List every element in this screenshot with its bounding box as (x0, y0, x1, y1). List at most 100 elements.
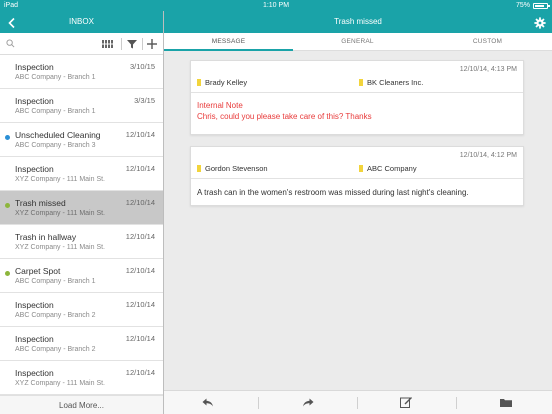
item-title: Inspection (15, 96, 54, 106)
add-button[interactable] (145, 37, 159, 51)
gear-icon (534, 17, 546, 29)
inbox-list: Inspection ABC Company - Branch 1 3/10/1… (0, 55, 163, 395)
tab-general[interactable]: GENERAL (293, 33, 422, 51)
search-input[interactable] (18, 37, 96, 51)
compose-button[interactable] (399, 396, 413, 409)
reply-icon (202, 398, 213, 407)
toolbar-divider (357, 397, 358, 409)
card-divider (191, 178, 523, 179)
item-title: Inspection (15, 62, 54, 72)
item-title: Carpet Spot (15, 266, 61, 276)
list-item[interactable]: Unscheduled Cleaning ABC Company - Branc… (0, 123, 163, 157)
grid-icon (102, 40, 113, 48)
filter-icon (127, 40, 137, 49)
item-date: 12/10/14 (125, 130, 155, 139)
company-tag-icon (359, 79, 363, 86)
item-title: Inspection (15, 300, 54, 310)
inbox-navbar: INBOX (0, 11, 163, 33)
person-tag-icon (197, 165, 201, 172)
item-title: Inspection (15, 368, 54, 378)
status-bar: iPad 1:10 PM 75% (0, 0, 552, 11)
card-divider (191, 92, 523, 93)
item-subtitle: ABC Company - Branch 2 (15, 346, 96, 353)
inbox-title: INBOX (69, 17, 94, 26)
item-date: 3/3/15 (134, 96, 155, 105)
toolbar-divider (456, 397, 457, 409)
folder-icon (500, 399, 512, 407)
item-title: Unscheduled Cleaning (15, 130, 101, 140)
item-subtitle: ABC Company - Branch 2 (15, 312, 96, 319)
message-thread: 12/10/14, 4:13 PM Brady Kelley BK Cleane… (164, 51, 552, 390)
item-date: 12/10/14 (125, 300, 155, 309)
bottom-toolbar (164, 390, 552, 414)
message-text: Chris, could you please take care of thi… (197, 112, 372, 121)
inbox-panel: Inspection ABC Company - Branch 1 3/10/1… (0, 33, 163, 414)
item-date: 12/10/14 (125, 266, 155, 275)
internal-note-label: Internal Note (197, 101, 243, 110)
message-date: 12/10/14, 4:13 PM (459, 66, 517, 73)
item-title: Inspection (15, 164, 54, 174)
filter-button[interactable] (125, 37, 139, 51)
detail-navbar: Trash missed (164, 11, 552, 33)
forward-icon (303, 398, 314, 407)
item-subtitle: XYZ Company - 111 Main St. (15, 210, 105, 217)
detail-title: Trash missed (334, 17, 382, 26)
status-dot (5, 203, 10, 208)
reply-button[interactable] (201, 396, 215, 409)
item-subtitle: ABC Company - Branch 1 (15, 108, 96, 115)
search-bar (0, 33, 163, 55)
list-item[interactable]: Inspection XYZ Company - 111 Main St. 12… (0, 361, 163, 395)
toolbar-divider (142, 38, 143, 50)
item-subtitle: ABC Company - Branch 1 (15, 74, 96, 81)
folder-button[interactable] (499, 396, 513, 409)
item-date: 12/10/14 (125, 368, 155, 377)
recipient-name: BK Cleaners Inc. (367, 78, 424, 87)
battery-percent: 75% (515, 2, 530, 9)
list-item[interactable]: Inspection ABC Company - Branch 1 3/3/15 (0, 89, 163, 123)
load-more-button[interactable]: Load More... (0, 395, 163, 414)
list-item-selected[interactable]: Trash missed XYZ Company - 111 Main St. … (0, 191, 163, 225)
sender-name: Gordon Stevenson (205, 164, 268, 173)
unread-dot (5, 135, 10, 140)
toolbar-divider (258, 397, 259, 409)
list-item[interactable]: Inspection ABC Company - Branch 2 12/10/… (0, 327, 163, 361)
list-item[interactable]: Inspection XYZ Company - 111 Main St. 12… (0, 157, 163, 191)
plus-icon (147, 39, 157, 49)
item-date: 12/10/14 (125, 232, 155, 241)
message-card: 12/10/14, 4:13 PM Brady Kelley BK Cleane… (190, 60, 524, 135)
message-body: Internal Note Chris, could you please ta… (197, 100, 372, 122)
tab-custom[interactable]: CUSTOM (423, 33, 552, 51)
list-item[interactable]: Inspection ABC Company - Branch 2 12/10/… (0, 293, 163, 327)
grid-view-button[interactable] (101, 37, 115, 51)
message-sender: Brady Kelley (197, 78, 247, 87)
item-subtitle: XYZ Company - 111 Main St. (15, 380, 105, 387)
forward-button[interactable] (301, 396, 315, 409)
detail-tabs: MESSAGE GENERAL CUSTOM (164, 33, 552, 51)
item-title: Trash in hallway (15, 232, 77, 242)
item-date: 12/10/14 (125, 334, 155, 343)
company-tag-icon (359, 165, 363, 172)
battery-icon (533, 3, 550, 9)
item-subtitle: XYZ Company - 111 Main St. (15, 176, 105, 183)
item-date: 12/10/14 (125, 198, 155, 207)
list-item[interactable]: Carpet Spot ABC Company - Branch 1 12/10… (0, 259, 163, 293)
message-recipient: BK Cleaners Inc. (359, 78, 423, 87)
list-item[interactable]: Inspection ABC Company - Branch 1 3/10/1… (0, 55, 163, 89)
tab-message[interactable]: MESSAGE (164, 33, 293, 51)
search-icon (6, 39, 15, 48)
message-text: A trash can in the women's restroom was … (197, 188, 469, 197)
message-date: 12/10/14, 4:12 PM (459, 152, 517, 159)
item-subtitle: ABC Company - Branch 3 (15, 142, 96, 149)
item-subtitle: ABC Company - Branch 1 (15, 278, 96, 285)
item-date: 3/10/15 (129, 62, 155, 71)
item-title: Inspection (15, 334, 54, 344)
list-item[interactable]: Trash in hallway XYZ Company - 111 Main … (0, 225, 163, 259)
message-body: A trash can in the women's restroom was … (197, 187, 469, 198)
toolbar-divider (121, 38, 122, 50)
message-sender: Gordon Stevenson (197, 164, 268, 173)
item-date: 12/10/14 (125, 164, 155, 173)
message-card: 12/10/14, 4:12 PM Gordon Stevenson ABC C… (190, 146, 524, 206)
settings-button[interactable] (534, 16, 546, 29)
item-subtitle: XYZ Company - 111 Main St. (15, 244, 105, 251)
compose-icon (400, 397, 412, 408)
